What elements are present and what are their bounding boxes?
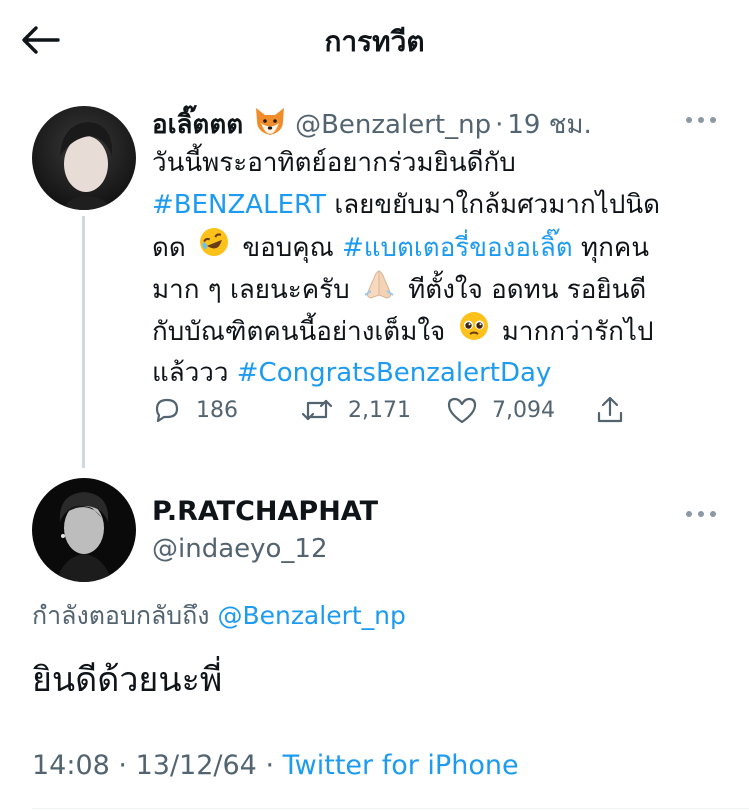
reply-author-name[interactable]: P.RATCHAPHAT xyxy=(152,496,378,527)
dot-separator: · xyxy=(495,109,504,140)
hashtag-link[interactable]: #BENZALERT xyxy=(152,190,326,220)
reply-text: ยินดีด้วยนะพี่ xyxy=(32,660,223,700)
divider xyxy=(32,808,749,809)
tweet-date[interactable]: 13/12/64 xyxy=(136,750,257,781)
tweet-time-stamp[interactable]: 14:08 xyxy=(32,750,110,781)
tweet-text-fragment: ดด xyxy=(152,233,186,263)
reply-count: 186 xyxy=(196,397,238,423)
page-title: การทวีต xyxy=(324,25,425,58)
rofl-emoji-icon xyxy=(198,226,230,271)
tweet-text-line: วันนี้พระอาทิตย์อยากร่วมยินดีกับ xyxy=(152,148,516,178)
reply-more-options-button[interactable] xyxy=(684,506,718,520)
author-handle[interactable]: @Benzalert_np xyxy=(295,110,491,140)
tweet-text-fragment: มากกว่ารักไป xyxy=(501,317,654,347)
tweet-actions: 186 2,171 7,094 xyxy=(152,390,632,430)
tweet-source-link[interactable]: Twitter for iPhone xyxy=(283,750,519,781)
share-icon xyxy=(597,396,623,423)
reply-author-handle[interactable]: @indaeyo_12 xyxy=(152,534,328,564)
dot-separator: · xyxy=(118,750,127,781)
folded-hands-emoji-icon xyxy=(362,268,396,313)
tweet-text-line: เลยขยับมาใกล้มศวมากไปนิด xyxy=(326,190,660,220)
tweet-text-fragment: กับบัณฑิตคนนี้อย่างเต็มใจ xyxy=(152,317,446,347)
more-options-button[interactable] xyxy=(684,112,718,126)
replying-to-label: กำลังตอบกลับถึง xyxy=(32,601,218,630)
tweet-text-fragment: ขอบคุณ xyxy=(242,233,334,263)
more-dots-icon xyxy=(686,117,716,123)
retweet-count: 2,171 xyxy=(348,397,411,423)
reply-bubble-icon xyxy=(155,398,179,423)
tweet-text-fragment: ทุกคน xyxy=(572,233,649,263)
like-button[interactable]: 7,094 xyxy=(446,390,555,430)
thread-connector xyxy=(82,216,85,468)
tweet-text-fragment: มาก ๆ เลยนะครับ xyxy=(152,275,350,305)
reply-button[interactable]: 186 xyxy=(152,390,238,430)
tweet-time[interactable]: 19 ชม. xyxy=(507,104,591,145)
like-count: 7,094 xyxy=(492,397,555,423)
hashtag-link[interactable]: #แบตเตอรี่ของอเลิ๊ต xyxy=(342,233,573,263)
hashtag-link[interactable]: #CongratsBenzalertDay xyxy=(237,358,552,388)
share-button[interactable] xyxy=(594,390,626,430)
replying-to-handle-link[interactable]: @Benzalert_np xyxy=(217,601,405,630)
tweet-author-row: อเลิ๊ตตต @Benzalert_np · 19 ชม. xyxy=(152,104,592,145)
tweet-text-fragment: ทีตั้งใจ อดทน รอยินดี xyxy=(408,275,647,305)
avatar-ratchaphat[interactable] xyxy=(32,478,136,582)
retweet-icon xyxy=(301,399,333,421)
dot-separator: · xyxy=(265,750,275,781)
avatar-benzalert[interactable] xyxy=(32,106,136,210)
tweet-body: วันนี้พระอาทิตย์อยากร่วมยินดีกับ #BENZAL… xyxy=(152,142,732,394)
heart-icon xyxy=(447,397,477,424)
replying-to: กำลังตอบกลับถึง @Benzalert_np xyxy=(32,596,406,636)
fox-face-icon xyxy=(253,106,287,143)
tweet-meta: 14:08 · 13/12/64 · Twitter for iPhone xyxy=(32,750,519,781)
retweet-button[interactable]: 2,171 xyxy=(300,390,411,430)
more-dots-icon xyxy=(686,511,716,517)
pleading-face-emoji-icon xyxy=(458,310,490,355)
top-bar: การทวีต xyxy=(0,0,749,80)
tweet-text-fragment: แล้ววว xyxy=(152,358,237,388)
author-name[interactable]: อเลิ๊ตตต xyxy=(152,104,243,145)
